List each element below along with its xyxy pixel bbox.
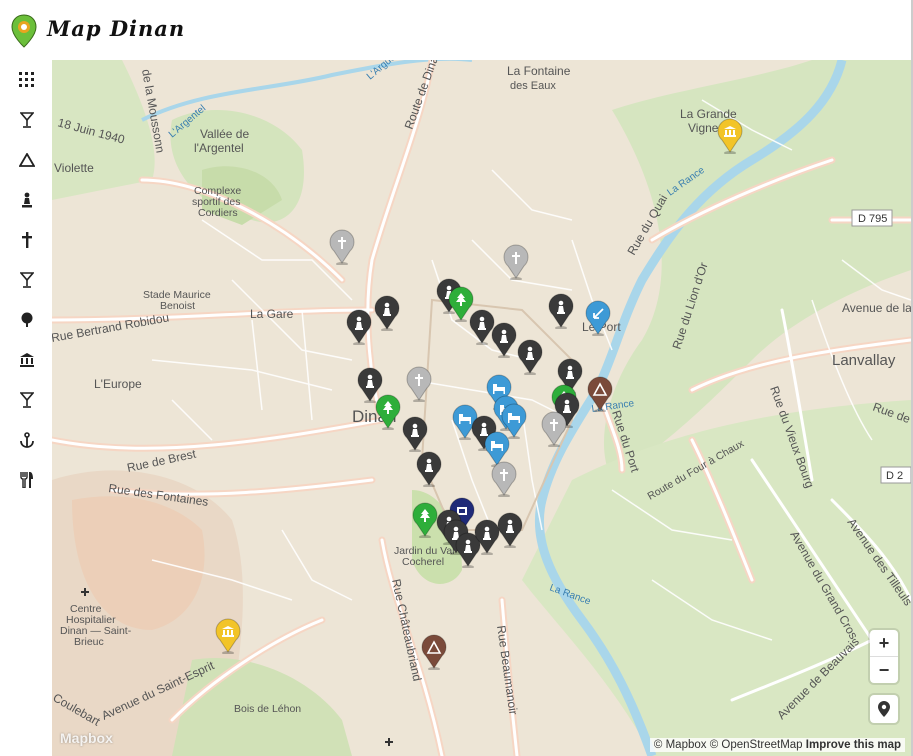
cocktail-icon[interactable] (12, 265, 42, 295)
zoom-in-button[interactable]: + (870, 630, 898, 656)
label-lanvallay: Lanvallay (832, 352, 896, 369)
label-centre-4: Brieuc (74, 636, 104, 648)
label-vallee: Vallée de (200, 127, 249, 141)
improve-map-link[interactable]: Improve this map (806, 739, 901, 751)
grid-icon[interactable] (12, 65, 42, 95)
restaurant-icon[interactable] (12, 465, 42, 495)
label-leurope: L'Europe (94, 377, 142, 391)
label-grande-2: Vigne (688, 121, 719, 135)
map-marker-camp-icon[interactable] (587, 376, 613, 417)
map-marker-museum-icon[interactable] (215, 618, 241, 659)
map-marker-museum-icon[interactable] (717, 118, 743, 159)
label-la-gare: La Gare (250, 307, 294, 321)
map-marker-monument-icon[interactable] (491, 322, 517, 363)
label-complexe-3: Cordiers (198, 207, 238, 219)
label-avenue-de-la: Avenue de la (842, 301, 911, 315)
map-marker-cross-icon[interactable] (329, 229, 355, 270)
mapbox-logo[interactable]: Mapbox (60, 730, 113, 746)
zoom-out-button[interactable]: − (870, 656, 898, 683)
label-violette: Violette (54, 161, 94, 175)
map-marker-monument-icon[interactable] (374, 295, 400, 336)
zoom-control: + − (870, 630, 898, 683)
anchor-icon[interactable] (12, 425, 42, 455)
map-canvas[interactable]: Dinan Lanvallay La Gare Le Port L'Europe… (52, 60, 911, 756)
label-bois: Bois de Léhon (234, 703, 301, 715)
map-marker-monument-icon[interactable] (416, 451, 442, 492)
label-jardin-2: Cocherel (402, 556, 444, 568)
monument-icon[interactable] (12, 185, 42, 215)
map-marker-camp-icon[interactable] (421, 634, 447, 675)
map-marker-cross-icon[interactable] (491, 461, 517, 502)
map-pin-logo-icon (11, 14, 37, 48)
church-cross-icon[interactable] (12, 225, 42, 255)
map-marker-monument-icon[interactable] (497, 512, 523, 553)
map-marker-cross-icon[interactable] (541, 411, 567, 452)
attribution-osm[interactable]: © OpenStreetMap (710, 739, 803, 751)
cocktail-icon[interactable] (12, 105, 42, 135)
map-marker-monument-icon[interactable] (346, 309, 372, 350)
label-argue: L'Argue (365, 60, 399, 82)
road-shield-d795: D 795 (851, 209, 893, 227)
map-attribution: © Mapbox © OpenStreetMap Improve this ma… (649, 738, 905, 752)
map-marker-monument-icon[interactable] (517, 339, 543, 380)
category-sidebar (0, 60, 52, 756)
map-marker-monument-icon[interactable] (548, 293, 574, 334)
app-title: Map Dinan (47, 16, 186, 41)
label-fontaine-2: des Eaux (510, 80, 556, 92)
label-fontaine: La Fontaine (507, 64, 571, 78)
tree-icon[interactable] (12, 305, 42, 335)
campsite-icon[interactable] (12, 145, 42, 175)
map-base-layer: Dinan Lanvallay La Gare Le Port L'Europe… (52, 60, 911, 756)
location-pin-icon (878, 701, 890, 717)
label-rue-beaumanoir: Rue Beaumanoir (494, 624, 520, 715)
map-marker-cross-icon[interactable] (406, 366, 432, 407)
app-header: Map Dinan (0, 0, 913, 60)
museum-icon[interactable] (12, 345, 42, 375)
map-marker-tree-icon[interactable] (412, 502, 438, 543)
label-vallee-2: l'Argentel (194, 141, 244, 155)
locate-button[interactable] (870, 695, 898, 723)
attribution-mapbox[interactable]: © Mapbox (654, 739, 707, 751)
map-marker-arrow-icon[interactable] (585, 300, 611, 341)
svg-text:D 2: D 2 (886, 470, 903, 482)
map-marker-tree-icon[interactable] (375, 394, 401, 435)
svg-text:D 795: D 795 (858, 213, 887, 225)
label-rue-chateaubriand: Rue Châteaubriand (389, 578, 424, 683)
cocktail-icon[interactable] (12, 385, 42, 415)
label-rue-robidou: Rue Bertrand Robidou (52, 310, 170, 345)
road-shield-d2: D 2 (880, 466, 911, 484)
label-route-dinard: Route de Dinard (402, 60, 445, 131)
map-marker-cross-icon[interactable] (503, 244, 529, 285)
